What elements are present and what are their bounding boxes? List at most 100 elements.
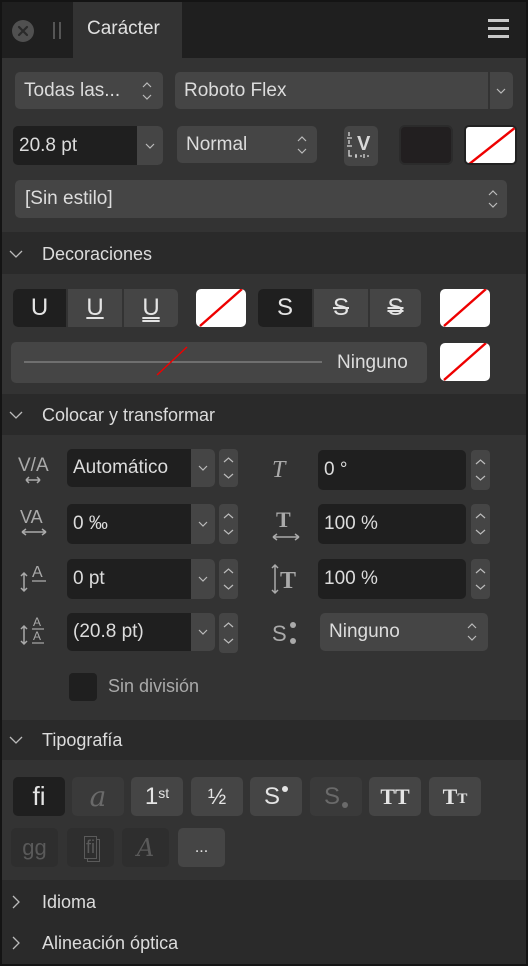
baseline-input[interactable]: 0 pt: [67, 559, 215, 599]
chevron-down-icon: [145, 143, 155, 149]
svg-text:VA: VA: [20, 507, 43, 527]
no-break-checkbox[interactable]: [69, 673, 97, 701]
kerning-stepper[interactable]: [219, 449, 238, 487]
fractions-button[interactable]: ½: [191, 777, 243, 816]
stroke-color-swatch[interactable]: [464, 125, 517, 165]
baseline-shift-icon: A: [20, 564, 46, 593]
subscript-button[interactable]: S: [310, 777, 362, 816]
updown-chevron-icon: [223, 457, 234, 479]
close-button[interactable]: [12, 20, 34, 42]
drag-handle-icon[interactable]: [53, 22, 61, 39]
section-tipografia-header[interactable]: Tipografía: [2, 720, 526, 760]
font-weight-select[interactable]: Normal: [177, 126, 317, 163]
svg-text:S: S: [272, 621, 287, 646]
position-select[interactable]: Ninguno: [320, 613, 488, 651]
strike-single-button[interactable]: S: [312, 289, 368, 327]
superscript-button[interactable]: S: [250, 777, 302, 816]
tracking-icon: VA: [20, 507, 47, 536]
svg-text:V/A: V/A: [18, 455, 49, 476]
updown-chevron-icon: [475, 513, 486, 535]
line-style-select[interactable]: Ninguno: [11, 342, 427, 383]
leading-dropdown[interactable]: [191, 613, 215, 651]
superscript-dot-icon: [282, 785, 288, 792]
tracking-input[interactable]: 0 ‰: [67, 504, 215, 544]
tab-caracter[interactable]: Carácter: [73, 2, 182, 58]
svg-text:A: A: [32, 564, 43, 581]
no-color-icon: [468, 127, 515, 163]
chevron-down-icon[interactable]: [495, 78, 507, 104]
all-caps-button[interactable]: TT: [369, 777, 421, 816]
no-break-label: Sin división: [108, 676, 200, 696]
strike-double-button[interactable]: S: [368, 289, 421, 327]
baseline-stepper[interactable]: [219, 559, 238, 599]
hamburger-menu-icon[interactable]: [488, 19, 509, 39]
baseline-dropdown[interactable]: [191, 559, 215, 599]
character-style-select[interactable]: [Sin estilo]: [15, 180, 507, 218]
updown-chevron-icon: [475, 568, 486, 590]
underline-none-button[interactable]: U: [13, 289, 66, 327]
kerning-dropdown[interactable]: [191, 449, 215, 487]
underline-segmented: U U U: [13, 289, 178, 327]
strikethrough-segmented: S S S: [258, 289, 421, 327]
chevron-down-icon: [198, 576, 208, 582]
vertical-scale-input[interactable]: 100 %: [318, 559, 466, 599]
shear-stepper[interactable]: [471, 450, 490, 490]
strike-none-button[interactable]: S: [258, 289, 312, 327]
section-decoraciones-header[interactable]: Decoraciones: [2, 234, 526, 274]
tab-label: Carácter: [87, 18, 160, 39]
close-icon: [17, 25, 29, 37]
chevron-right-icon: [12, 936, 20, 950]
horizontal-scale-stepper[interactable]: [471, 504, 490, 544]
more-options-button[interactable]: ...: [178, 828, 225, 867]
chevron-down-icon: [198, 465, 208, 471]
line-color-swatch[interactable]: [440, 343, 490, 381]
chevron-down-icon: [9, 411, 23, 419]
strike-color-swatch[interactable]: [440, 289, 490, 327]
svg-text:T: T: [280, 568, 296, 594]
leading-input[interactable]: (20.8 pt): [67, 613, 215, 651]
updown-chevron-icon: [223, 568, 234, 590]
underline-color-swatch[interactable]: [196, 289, 246, 327]
font-collection-select[interactable]: Todas las...: [15, 72, 163, 109]
underline-double-button[interactable]: U: [122, 289, 178, 327]
leading-stepper[interactable]: [219, 613, 238, 653]
character-panel: Carácter Todas las... Roboto Flex 20.8 p…: [2, 2, 526, 964]
svg-text:T: T: [276, 507, 291, 532]
ordinals-button[interactable]: 1st: [131, 777, 183, 816]
fill-color-swatch[interactable]: [399, 125, 453, 165]
updown-chevron-icon: [297, 135, 307, 154]
font-size-dropdown[interactable]: [137, 126, 163, 165]
tracking-dropdown[interactable]: [191, 504, 215, 544]
svg-text:A: A: [33, 629, 41, 643]
vertical-scale-icon: T: [271, 563, 296, 595]
horizontal-scale-icon: T: [272, 507, 300, 541]
chevron-down-icon: [198, 629, 208, 635]
calligraphic-button[interactable]: A: [122, 828, 169, 867]
chevron-down-icon: [9, 250, 23, 258]
font-section: Todas las... Roboto Flex 20.8 pt Normal …: [2, 58, 526, 232]
horizontal-scale-input[interactable]: 100 %: [318, 504, 466, 544]
swash-button[interactable]: a: [72, 777, 124, 816]
discretionary-ligatures-button[interactable]: fi: [67, 828, 114, 867]
ligatures-button[interactable]: fi: [13, 777, 65, 816]
section-alineacion-optica-header[interactable]: Alineación óptica: [2, 923, 526, 963]
font-family-field[interactable]: Roboto Flex: [175, 72, 513, 109]
vertical-scale-stepper[interactable]: [471, 559, 490, 599]
stylistic-alternates-button[interactable]: gg: [11, 828, 58, 867]
shear-input[interactable]: 0 °: [318, 450, 466, 490]
svg-text:V: V: [357, 133, 371, 155]
kerning-input[interactable]: Automático: [67, 449, 215, 487]
updown-chevron-icon: [475, 459, 486, 481]
underline-single-button[interactable]: U: [66, 289, 122, 327]
small-caps-button[interactable]: TT: [429, 777, 481, 816]
vertical-metrics-button[interactable]: V: [344, 126, 378, 166]
chevron-down-icon: [9, 736, 23, 744]
colocar-body: V/A Automático T 0 ° VA 0 ‰ T 100 % A 0 …: [2, 435, 526, 727]
section-colocar-header[interactable]: Colocar y transformar: [2, 395, 526, 435]
vertical-metrics-icon: V: [347, 132, 371, 158]
updown-chevron-icon: [142, 81, 152, 100]
font-size-input[interactable]: 20.8 pt: [13, 126, 163, 165]
section-idioma-header[interactable]: Idioma: [2, 882, 526, 922]
updown-chevron-icon: [488, 190, 498, 208]
tracking-stepper[interactable]: [219, 504, 238, 544]
